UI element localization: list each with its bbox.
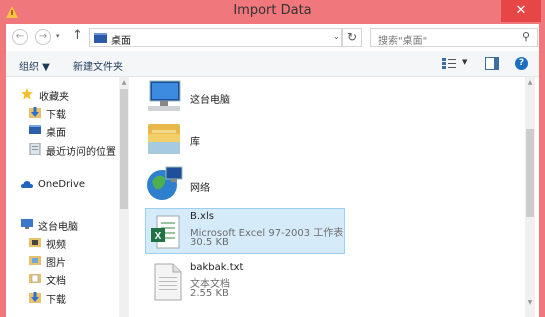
forward-button[interactable]: →: [35, 29, 51, 45]
chevron-down-icon[interactable]: ⌄: [333, 32, 340, 41]
scroll-up-arrow-icon[interactable]: ▲: [119, 79, 129, 86]
organize-button[interactable]: 组织 ▼: [19, 58, 50, 73]
list-item[interactable]: 这台电脑: [142, 79, 332, 115]
desktop-icon: [29, 125, 41, 134]
library-icon: [148, 124, 180, 154]
file-name: 这台电脑: [190, 95, 230, 106]
sidebar-scroll-thumb[interactable]: [120, 89, 128, 209]
view-options-icon[interactable]: [442, 58, 456, 69]
computer-icon: [21, 219, 33, 229]
help-button[interactable]: ?: [515, 57, 528, 70]
videos-icon: [29, 238, 41, 247]
sidebar-item-onedrive[interactable]: OneDrive: [6, 177, 116, 195]
navigation-pane: 收藏夹 下载 桌面 最近访问的位置 OneDrive 这台电脑 视频 图片 文档…: [6, 77, 132, 317]
file-name: bakbak.txt: [190, 262, 244, 273]
recent-places-icon: [29, 143, 41, 155]
list-item[interactable]: 库: [142, 118, 332, 156]
star-icon: [21, 88, 33, 100]
file-name: 网络: [190, 183, 210, 194]
file-name: 库: [190, 137, 200, 148]
search-placeholder: 搜索"桌面": [378, 36, 428, 47]
list-item[interactable]: bakbak.txt 文本文档 2.55 KB: [145, 259, 345, 305]
sidebar-item-downloads[interactable]: 下载: [6, 104, 116, 122]
sidebar-item-videos[interactable]: 视频: [6, 234, 116, 252]
list-item[interactable]: 网络: [142, 163, 332, 203]
downloads-icon: [29, 292, 41, 303]
search-input[interactable]: 搜索"桌面" ⚲: [370, 28, 538, 47]
desktop-icon: [94, 33, 107, 43]
sidebar-item-pictures[interactable]: 图片: [6, 252, 116, 270]
sidebar-item-downloads-2[interactable]: 下载: [6, 289, 116, 307]
text-file-icon: [154, 263, 182, 301]
sidebar-item-this-pc[interactable]: 这台电脑: [6, 216, 116, 234]
title-bar: Import Data ✕: [0, 0, 545, 24]
file-size: 30.5 KB: [190, 237, 229, 248]
view-dropdown[interactable]: ▼: [462, 58, 467, 66]
list-item[interactable]: X B.xls Microsoft Excel 97-2003 工作表 30.5…: [145, 208, 345, 254]
file-list-scroll-thumb[interactable]: [526, 129, 534, 217]
file-list-scrollbar[interactable]: ▲ ▼: [525, 77, 535, 317]
sidebar-item-documents[interactable]: 文档: [6, 270, 116, 288]
preview-pane-button[interactable]: [485, 57, 499, 70]
address-bar: ← → ▾ ↑ 桌面 ⌄ ↻ 搜索"桌面" ⚲: [6, 24, 539, 51]
refresh-button[interactable]: ↻: [342, 28, 362, 47]
address-text: 桌面: [111, 36, 131, 47]
recent-locations-dropdown[interactable]: ▾: [56, 32, 60, 40]
window-frame-right: [539, 24, 545, 317]
sidebar-item-desktop[interactable]: 桌面: [6, 122, 116, 140]
search-icon[interactable]: ⚲: [522, 30, 530, 43]
up-button[interactable]: ↑: [72, 28, 83, 43]
file-name: B.xls: [190, 211, 214, 222]
close-button[interactable]: ✕: [501, 0, 541, 22]
back-button[interactable]: ←: [12, 29, 28, 45]
sidebar-item-recent[interactable]: 最近访问的位置: [6, 141, 116, 159]
sidebar-item-favorites[interactable]: 收藏夹: [6, 86, 116, 104]
address-field[interactable]: 桌面 ⌄: [89, 28, 342, 47]
svg-text:X: X: [155, 231, 162, 242]
cloud-icon: [21, 181, 33, 188]
scroll-up-arrow-icon[interactable]: ▲: [525, 79, 535, 86]
window-title: Import Data: [233, 3, 312, 18]
computer-icon: [148, 80, 181, 111]
excel-file-icon: X: [151, 215, 180, 249]
sidebar-scrollbar[interactable]: ▲: [119, 77, 129, 317]
file-size: 2.55 KB: [190, 288, 229, 299]
file-list: 这台电脑 库 网络 X B.xls Microsoft Excel 97-200…: [132, 77, 522, 317]
downloads-icon: [29, 107, 41, 118]
scroll-down-arrow-icon[interactable]: ▼: [525, 299, 535, 306]
pictures-icon: [29, 256, 41, 265]
new-folder-button[interactable]: 新建文件夹: [73, 58, 123, 73]
network-icon: [147, 166, 183, 200]
documents-icon: [29, 274, 41, 283]
command-bar: 组织 ▼ 新建文件夹 ▼ ?: [6, 51, 539, 77]
